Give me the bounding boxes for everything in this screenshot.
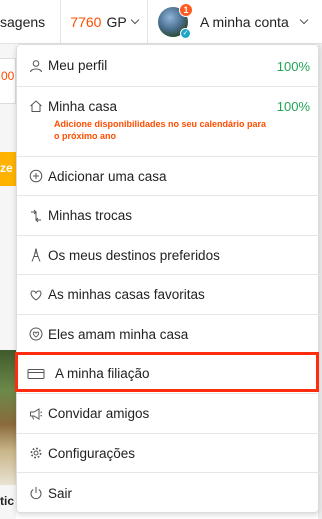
avatar[interactable]: 1 ✓	[158, 2, 193, 39]
highlight-box	[15, 352, 319, 392]
menu-item-label: Minhas trocas	[48, 208, 133, 223]
exchange-icon	[29, 209, 43, 223]
menu-item-label: Eles amam minha casa	[48, 326, 189, 342]
menu-item-invite[interactable]: Convidar amigos	[17, 394, 320, 434]
background-photo	[0, 350, 16, 485]
menu-item-favorites[interactable]: As minhas casas favoritas	[17, 275, 320, 315]
menu-item-home[interactable]: Minha casa 100% Adicione disponibilidade…	[17, 87, 320, 157]
guest-points-unit: GP	[106, 13, 127, 30]
menu-item-destinations[interactable]: Os meus destinos preferidos	[17, 236, 320, 275]
background-cta-button[interactable]: ze s	[0, 152, 16, 186]
menu-item-label: Minha casa	[48, 99, 118, 114]
verified-check-icon: ✓	[180, 27, 191, 39]
background-card-text: 00	[1, 69, 15, 83]
plus-circle-icon	[29, 169, 43, 183]
guest-points-menu[interactable]: 7760 GP	[61, 0, 148, 44]
menu-item-label: Configurações	[48, 445, 136, 461]
guest-points-value: 7760	[70, 13, 102, 30]
user-icon	[29, 59, 43, 73]
gear-icon	[29, 446, 43, 460]
menu-item-logout[interactable]: Sair	[17, 473, 320, 513]
menu-item-loved[interactable]: Eles amam minha casa	[17, 315, 320, 354]
menu-item-label: Convidar amigos	[48, 406, 150, 421]
menu-item-label: As minhas casas favoritas	[48, 287, 205, 302]
background-caption: tic	[0, 494, 15, 508]
messages-label: sagens	[0, 13, 46, 30]
house-icon	[29, 99, 43, 113]
chevron-down-icon	[130, 15, 139, 25]
eiffel-tower-icon	[29, 248, 43, 262]
menu-item-profile[interactable]: Meu perfil 100%	[17, 45, 320, 87]
menu-item-settings[interactable]: Configurações	[17, 434, 320, 473]
menu-item-label: Meu perfil	[48, 58, 108, 73]
menu-item-add-home[interactable]: Adicionar uma casa	[17, 157, 320, 196]
profile-completion-percent: 100%	[276, 59, 310, 74]
menu-item-label: Adicionar uma casa	[48, 168, 167, 184]
messages-link[interactable]: sagens	[0, 0, 61, 44]
chevron-down-icon	[299, 15, 308, 25]
menu-item-label: Os meus destinos preferidos	[48, 247, 220, 263]
home-calendar-notice[interactable]: Adicione disponibilidades no seu calendá…	[54, 118, 274, 142]
background-cta-text: ze s	[0, 161, 16, 175]
home-completion-percent: 100%	[276, 99, 310, 114]
menu-item-label: Sair	[48, 485, 73, 501]
heart-bubble-icon	[29, 327, 43, 341]
heart-icon	[29, 288, 43, 302]
account-label: A minha conta	[200, 13, 289, 30]
power-icon	[29, 486, 43, 500]
megaphone-icon	[29, 407, 43, 421]
top-navigation-bar: sagens 7760 GP 1 ✓ A minha conta	[0, 0, 322, 44]
account-menu-toggle[interactable]: 1 ✓ A minha conta	[148, 0, 322, 44]
menu-item-exchanges[interactable]: Minhas trocas	[17, 196, 320, 236]
background-card: 00	[0, 58, 16, 104]
account-dropdown-menu: Meu perfil 100% Minha casa 100% Adicione…	[16, 44, 320, 513]
notification-badge: 1	[179, 2, 193, 17]
